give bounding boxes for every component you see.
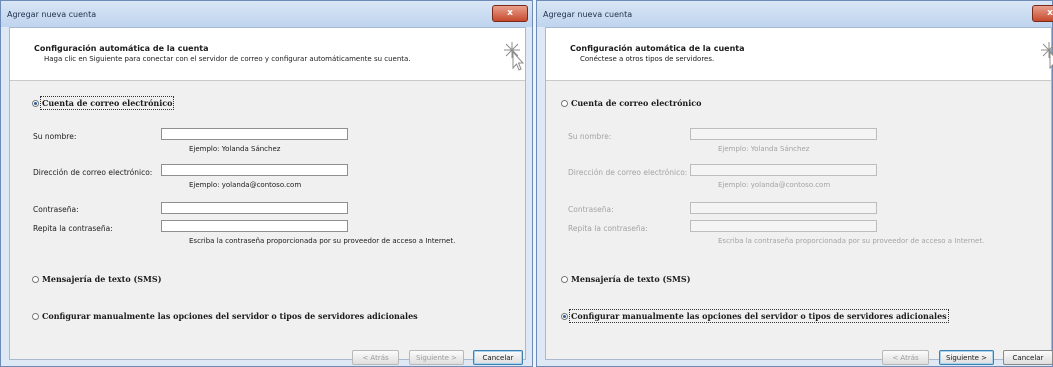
manual-config-radio-label[interactable]: Configurar manualmente las opciones del … xyxy=(569,309,949,323)
sms-radio[interactable] xyxy=(32,276,39,283)
password-input[interactable] xyxy=(690,202,877,214)
email-hint: Ejemplo: yolanda@contoso.com xyxy=(718,181,831,189)
manual-config-radio[interactable] xyxy=(32,313,39,320)
sparkle-cursor-icon xyxy=(1041,42,1053,70)
name-input[interactable] xyxy=(690,128,877,140)
email-account-radio[interactable] xyxy=(561,100,568,107)
email-hint: Ejemplo: yolanda@contoso.com xyxy=(189,181,302,189)
next-button[interactable]: Siguiente > xyxy=(939,350,994,365)
sms-radio[interactable] xyxy=(561,276,568,283)
name-label: Su nombre: xyxy=(568,132,612,141)
dialog-body: Configuración automática de la cuenta Co… xyxy=(545,27,1053,365)
manual-config-radio-label[interactable]: Configurar manualmente las opciones del … xyxy=(42,311,418,321)
name-input[interactable] xyxy=(161,128,348,140)
repeat-password-input[interactable] xyxy=(161,220,348,232)
password-label: Contraseña: xyxy=(33,205,79,214)
repeat-password-label: Repita la contraseña: xyxy=(33,224,113,233)
email-account-radio-label[interactable]: Cuenta de correo electrónico xyxy=(39,96,175,110)
header-title: Configuración automática de la cuenta xyxy=(570,44,745,53)
header-title: Configuración automática de la cuenta xyxy=(34,44,209,53)
window-title: Agregar nueva cuenta xyxy=(7,10,97,19)
back-button[interactable]: < Atrás xyxy=(352,350,399,365)
close-button[interactable]: x xyxy=(1032,5,1053,22)
repeat-password-input[interactable] xyxy=(690,220,877,232)
password-input[interactable] xyxy=(161,202,348,214)
repeat-password-label: Repita la contraseña: xyxy=(568,224,648,233)
name-hint: Ejemplo: Yolanda Sánchez xyxy=(718,145,810,153)
header-subtitle: Conéctese a otros tipos de servidores. xyxy=(580,55,715,63)
name-hint: Ejemplo: Yolanda Sánchez xyxy=(189,145,281,153)
email-input[interactable] xyxy=(690,164,877,176)
sparkle-cursor-icon xyxy=(504,42,525,71)
header-subtitle: Haga clic en Siguiente para conectar con… xyxy=(44,55,411,63)
next-button[interactable]: Siguiente > xyxy=(409,350,464,365)
cancel-button[interactable]: Cancelar xyxy=(473,350,523,365)
cancel-button[interactable]: Cancelar xyxy=(1003,350,1053,365)
name-label: Su nombre: xyxy=(33,132,77,141)
add-account-dialog-right: Agregar nueva cuenta x Configuración aut… xyxy=(536,0,1053,367)
sms-radio-label[interactable]: Mensajería de texto (SMS) xyxy=(42,274,161,284)
wizard-header: Configuración automática de la cuenta Co… xyxy=(546,28,1053,81)
password-label: Contraseña: xyxy=(568,205,614,214)
window-title: Agregar nueva cuenta xyxy=(543,10,633,19)
close-button[interactable]: x xyxy=(492,5,528,22)
password-hint: Escriba la contraseña proporcionada por … xyxy=(718,237,985,245)
password-hint: Escriba la contraseña proporcionada por … xyxy=(189,237,456,245)
dialog-body: Configuración automática de la cuenta Ha… xyxy=(9,27,526,365)
title-bar[interactable]: Agregar nueva cuenta x xyxy=(537,1,1053,27)
add-account-dialog-left: Agregar nueva cuenta x Configuración aut… xyxy=(0,0,533,367)
back-button[interactable]: < Atrás xyxy=(882,350,929,365)
email-input[interactable] xyxy=(161,164,348,176)
title-bar[interactable]: Agregar nueva cuenta x xyxy=(1,1,532,27)
wizard-header: Configuración automática de la cuenta Ha… xyxy=(10,28,525,81)
email-account-radio[interactable] xyxy=(32,100,39,107)
email-account-radio-label[interactable]: Cuenta de correo electrónico xyxy=(571,98,701,108)
sms-radio-label[interactable]: Mensajería de texto (SMS) xyxy=(571,274,690,284)
manual-config-radio[interactable] xyxy=(561,313,568,320)
email-label: Dirección de correo electrónico: xyxy=(33,168,153,177)
email-label: Dirección de correo electrónico: xyxy=(568,168,688,177)
